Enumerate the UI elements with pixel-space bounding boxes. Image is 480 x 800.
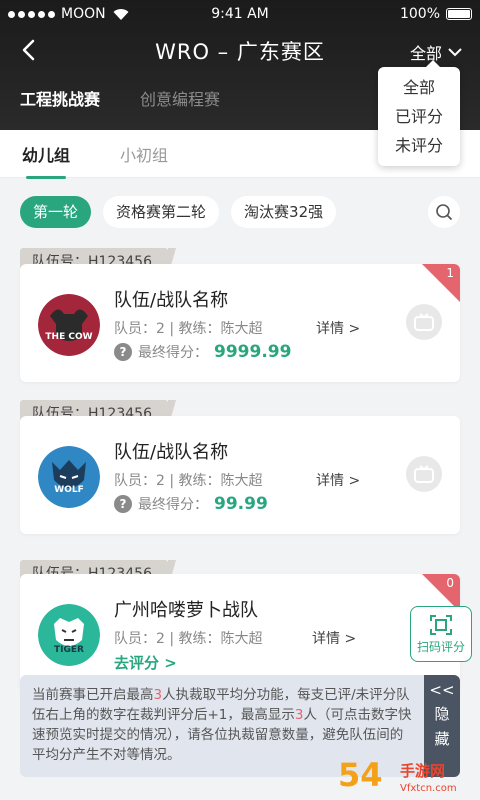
- filter-option-all[interactable]: 全部: [378, 73, 460, 102]
- team-name: 队伍/战队名称: [114, 290, 229, 311]
- status-bar: MOON 9:41 AM 100%: [8, 4, 472, 24]
- tv-icon: [414, 465, 434, 483]
- svg-text:THE COW: THE COW: [45, 332, 92, 342]
- team-logo: THE COW: [38, 294, 100, 356]
- video-button[interactable]: [406, 304, 442, 340]
- svg-text:手游网: 手游网: [400, 762, 445, 780]
- svg-text:TIGER: TIGER: [54, 645, 84, 655]
- tab-creative-programming[interactable]: 创意编程赛: [140, 86, 220, 110]
- svg-text:54: 54: [338, 756, 383, 794]
- round-filter: 第一轮 资格赛第二轮 淘汰赛32强: [20, 196, 460, 228]
- team-card[interactable]: WOLF 队伍/战队名称 队员：2 | 教练：陈大超 详情 > ? 最终得分： …: [20, 416, 460, 534]
- video-button[interactable]: [406, 456, 442, 492]
- team-members: 队员：2 | 教练：陈大超: [114, 631, 263, 647]
- filter-option-scored[interactable]: 已评分: [378, 102, 460, 131]
- help-icon[interactable]: ?: [114, 343, 132, 361]
- filter-option-unscored[interactable]: 未评分: [378, 131, 460, 160]
- collapse-arrow-icon: <<: [429, 681, 455, 699]
- help-icon[interactable]: ?: [114, 495, 132, 513]
- filter-menu: 全部 已评分 未评分: [378, 60, 460, 166]
- details-link[interactable]: 详情 >: [316, 470, 360, 490]
- score-label: 最终得分：: [138, 345, 208, 361]
- tv-icon: [414, 313, 434, 331]
- site-watermark-logo: 54 手游网 Vfxtcn.com: [338, 756, 457, 794]
- team-logo: TIGER: [38, 604, 100, 666]
- score-label: 最终得分：: [138, 497, 208, 513]
- competition-tabs: 工程挑战赛 创意编程赛: [20, 86, 220, 110]
- page-title: WRO – 广东赛区: [155, 40, 325, 64]
- final-score: 9999.99: [214, 342, 292, 362]
- scan-score-label: 扫码评分: [416, 639, 465, 654]
- final-score: 99.99: [214, 494, 268, 514]
- search-icon: [436, 204, 453, 221]
- team-name: 广州哈喽萝卜战队: [114, 600, 258, 621]
- tab-primary-junior[interactable]: 小初组: [120, 142, 168, 166]
- battery-icon: [446, 8, 472, 20]
- team-members: 队员：2 | 教练：陈大超: [114, 321, 263, 337]
- status-time: 9:41 AM: [211, 6, 269, 22]
- score-row: ? 最终得分： 99.99: [114, 494, 268, 514]
- search-button[interactable]: [428, 196, 460, 228]
- details-link[interactable]: 详情 >: [316, 318, 360, 338]
- chip-knockout-32[interactable]: 淘汰赛32强: [231, 196, 337, 228]
- go-score-link[interactable]: 去评分 >: [114, 652, 177, 673]
- details-link[interactable]: 详情 >: [312, 628, 356, 648]
- svg-text:Vfxtcn.com: Vfxtcn.com: [400, 783, 457, 794]
- team-name: 队伍/战队名称: [114, 442, 229, 463]
- judge-count-badge[interactable]: 1: [422, 264, 460, 302]
- tab-kindergarten[interactable]: 幼儿组: [22, 142, 70, 179]
- team-members: 队员：2 | 教练：陈大超: [114, 473, 263, 489]
- chip-qualifier-round-2[interactable]: 资格赛第二轮: [103, 196, 220, 228]
- scan-score-button[interactable]: 扫码评分: [410, 606, 472, 662]
- chip-round-1[interactable]: 第一轮: [20, 196, 92, 228]
- tab-engineering[interactable]: 工程挑战赛: [20, 86, 100, 110]
- team-card[interactable]: 1 THE COW 队伍/战队名称 队员：2 | 教练：陈大超 详情 > ? 最…: [20, 264, 460, 382]
- svg-text:WOLF: WOLF: [54, 485, 83, 495]
- team-logo: WOLF: [38, 446, 100, 508]
- score-row: ? 最终得分： 9999.99: [114, 342, 291, 362]
- scan-icon: [430, 614, 452, 635]
- chevron-down-icon: [448, 48, 462, 57]
